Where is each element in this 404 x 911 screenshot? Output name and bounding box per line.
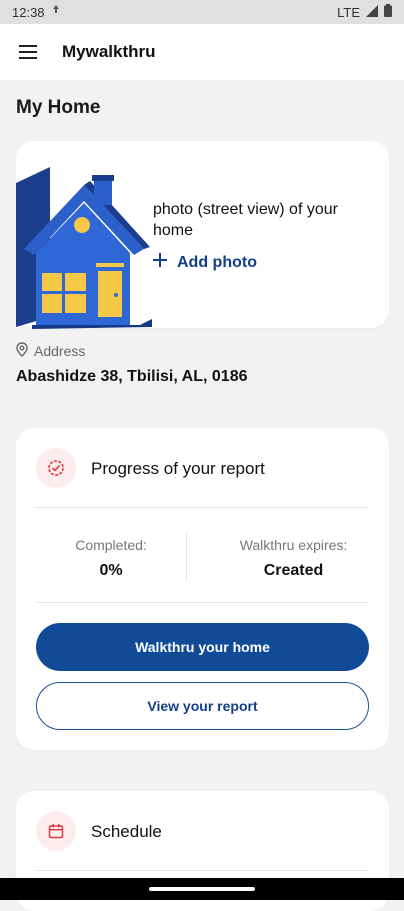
calendar-icon: [36, 811, 76, 851]
schedule-heading: Schedule: [91, 822, 162, 841]
completed-label: Completed:: [75, 537, 147, 553]
expires-value: Created: [263, 562, 324, 579]
status-bar: 12:38 LTE: [0, 0, 404, 24]
address-label: Address: [34, 343, 86, 359]
status-time: 12:38: [12, 4, 45, 20]
camera-icon: [51, 4, 61, 20]
progress-divider-top: [36, 507, 369, 508]
plus-icon: [153, 253, 167, 272]
expires-label: Walkthru expires:: [239, 537, 348, 553]
status-network: LTE: [337, 4, 360, 20]
progress-divider-bottom: [36, 602, 369, 603]
schedule-divider: [36, 870, 369, 871]
home-gesture-handle[interactable]: [149, 887, 255, 891]
status-left: 12:38: [12, 4, 61, 20]
home-photo-card: photo (street view) of your home Add pho…: [16, 141, 389, 329]
stats-vertical-divider: [186, 532, 187, 582]
location-pin-icon: [16, 342, 28, 360]
address-label-row: Address: [16, 342, 85, 360]
photo-prompt: photo (street view) of your home: [153, 201, 338, 239]
add-photo-label: Add photo: [177, 253, 257, 271]
menu-icon[interactable]: [16, 40, 40, 64]
progress-card: Progress of your report Completed: 0% Wa…: [16, 428, 389, 750]
system-nav-bar: [0, 878, 404, 900]
completed-value: 0%: [99, 562, 123, 579]
page-title: My Home: [16, 97, 101, 118]
progress-heading: Progress of your report: [91, 459, 265, 478]
status-right: LTE: [337, 4, 392, 20]
app-bar: Mywalkthru: [0, 24, 404, 80]
walkthru-home-button[interactable]: Walkthru your home: [36, 623, 369, 671]
app-title: Mywalkthru: [62, 42, 156, 61]
add-photo-button[interactable]: Add photo: [153, 253, 257, 272]
view-report-button[interactable]: View your report: [36, 682, 369, 730]
check-badge-icon: [36, 448, 76, 488]
address-value: Abashidze 38, Tbilisi, AL, 0186: [16, 368, 248, 385]
signal-icon: [366, 4, 378, 20]
battery-icon: [384, 4, 392, 20]
house-illustration: [16, 167, 156, 329]
